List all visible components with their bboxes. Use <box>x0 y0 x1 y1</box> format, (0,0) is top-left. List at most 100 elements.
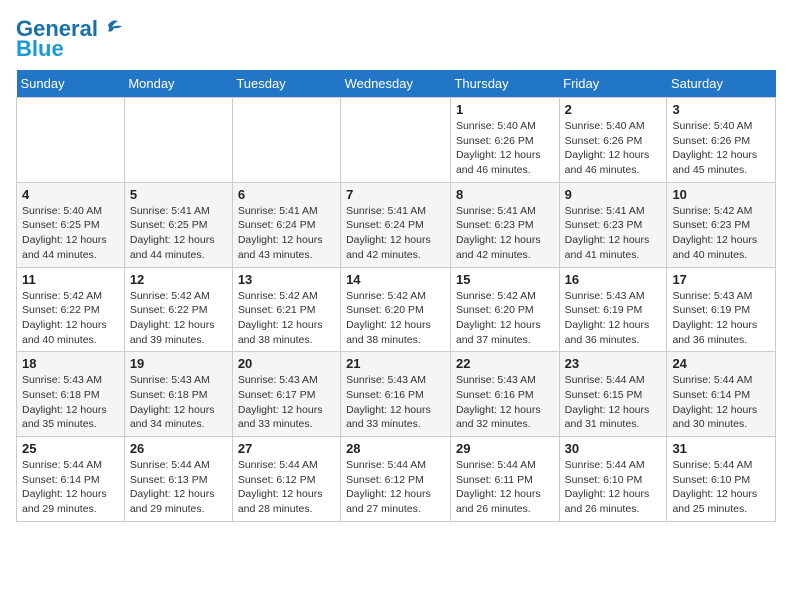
day-info: Sunrise: 5:44 AM Sunset: 6:15 PM Dayligh… <box>565 373 662 432</box>
day-header-saturday: Saturday <box>667 70 776 98</box>
calendar-cell: 15 Sunrise: 5:42 AM Sunset: 6:20 PM Dayli… <box>450 267 559 352</box>
day-info: Sunrise: 5:42 AM Sunset: 6:20 PM Dayligh… <box>346 289 445 348</box>
day-info: Sunrise: 5:41 AM Sunset: 6:23 PM Dayligh… <box>565 204 662 263</box>
calendar-cell: 6 Sunrise: 5:41 AM Sunset: 6:24 PM Daylig… <box>232 182 340 267</box>
day-number: 14 <box>346 272 445 287</box>
day-info: Sunrise: 5:42 AM Sunset: 6:21 PM Dayligh… <box>238 289 335 348</box>
day-number: 29 <box>456 441 554 456</box>
day-info: Sunrise: 5:43 AM Sunset: 6:19 PM Dayligh… <box>672 289 770 348</box>
calendar-cell: 17 Sunrise: 5:43 AM Sunset: 6:19 PM Dayli… <box>667 267 776 352</box>
day-info: Sunrise: 5:44 AM Sunset: 6:14 PM Dayligh… <box>22 458 119 517</box>
calendar-cell: 9 Sunrise: 5:41 AM Sunset: 6:23 PM Daylig… <box>559 182 667 267</box>
day-info: Sunrise: 5:44 AM Sunset: 6:14 PM Dayligh… <box>672 373 770 432</box>
day-info: Sunrise: 5:41 AM Sunset: 6:23 PM Dayligh… <box>456 204 554 263</box>
calendar-cell: 7 Sunrise: 5:41 AM Sunset: 6:24 PM Daylig… <box>341 182 451 267</box>
calendar-cell: 5 Sunrise: 5:41 AM Sunset: 6:25 PM Daylig… <box>124 182 232 267</box>
calendar-cell: 28 Sunrise: 5:44 AM Sunset: 6:12 PM Dayli… <box>341 437 451 522</box>
calendar-cell <box>341 98 451 183</box>
day-number: 24 <box>672 356 770 371</box>
calendar-cell: 3Sunrise: 5:40 AM Sunset: 6:26 PM Daylig… <box>667 98 776 183</box>
day-info: Sunrise: 5:41 AM Sunset: 6:24 PM Dayligh… <box>346 204 445 263</box>
day-number: 25 <box>22 441 119 456</box>
day-number: 12 <box>130 272 227 287</box>
calendar-cell: 21 Sunrise: 5:43 AM Sunset: 6:16 PM Dayli… <box>341 352 451 437</box>
day-number: 5 <box>130 187 227 202</box>
day-info: Sunrise: 5:44 AM Sunset: 6:12 PM Dayligh… <box>238 458 335 517</box>
calendar-cell: 11 Sunrise: 5:42 AM Sunset: 6:22 PM Dayli… <box>17 267 125 352</box>
day-info: Sunrise: 5:40 AM Sunset: 6:26 PM Dayligh… <box>672 119 770 178</box>
day-header-thursday: Thursday <box>450 70 559 98</box>
calendar-cell: 26Sunrise: 5:44 AM Sunset: 6:13 PM Dayli… <box>124 437 232 522</box>
day-info: Sunrise: 5:43 AM Sunset: 6:18 PM Dayligh… <box>130 373 227 432</box>
day-number: 31 <box>672 441 770 456</box>
calendar-cell <box>124 98 232 183</box>
week-row-3: 11 Sunrise: 5:42 AM Sunset: 6:22 PM Dayli… <box>17 267 776 352</box>
day-number: 7 <box>346 187 445 202</box>
calendar-cell: 30Sunrise: 5:44 AM Sunset: 6:10 PM Dayli… <box>559 437 667 522</box>
day-number: 23 <box>565 356 662 371</box>
day-header-tuesday: Tuesday <box>232 70 340 98</box>
week-row-1: 1 Sunrise: 5:40 AM Sunset: 6:26 PM Daylig… <box>17 98 776 183</box>
day-header-sunday: Sunday <box>17 70 125 98</box>
day-info: Sunrise: 5:44 AM Sunset: 6:12 PM Dayligh… <box>346 458 445 517</box>
calendar-cell: 12 Sunrise: 5:42 AM Sunset: 6:22 PM Dayli… <box>124 267 232 352</box>
day-info: Sunrise: 5:41 AM Sunset: 6:24 PM Dayligh… <box>238 204 335 263</box>
day-number: 21 <box>346 356 445 371</box>
day-number: 1 <box>456 102 554 117</box>
day-number: 30 <box>565 441 662 456</box>
day-number: 20 <box>238 356 335 371</box>
calendar-cell: 13 Sunrise: 5:42 AM Sunset: 6:21 PM Dayli… <box>232 267 340 352</box>
logo: General Blue <box>16 16 122 62</box>
day-number: 19 <box>130 356 227 371</box>
day-info: Sunrise: 5:44 AM Sunset: 6:10 PM Dayligh… <box>672 458 770 517</box>
calendar-cell: 23 Sunrise: 5:44 AM Sunset: 6:15 PM Dayli… <box>559 352 667 437</box>
calendar-cell: 16Sunrise: 5:43 AM Sunset: 6:19 PM Dayli… <box>559 267 667 352</box>
day-number: 4 <box>22 187 119 202</box>
day-number: 8 <box>456 187 554 202</box>
day-info: Sunrise: 5:41 AM Sunset: 6:25 PM Dayligh… <box>130 204 227 263</box>
day-info: Sunrise: 5:40 AM Sunset: 6:25 PM Dayligh… <box>22 204 119 263</box>
calendar-cell: 14 Sunrise: 5:42 AM Sunset: 6:20 PM Dayli… <box>341 267 451 352</box>
day-number: 26 <box>130 441 227 456</box>
day-info: Sunrise: 5:42 AM Sunset: 6:22 PM Dayligh… <box>22 289 119 348</box>
day-info: Sunrise: 5:42 AM Sunset: 6:22 PM Dayligh… <box>130 289 227 348</box>
day-info: Sunrise: 5:43 AM Sunset: 6:17 PM Dayligh… <box>238 373 335 432</box>
calendar-cell: 29 Sunrise: 5:44 AM Sunset: 6:11 PM Dayli… <box>450 437 559 522</box>
calendar-cell: 31 Sunrise: 5:44 AM Sunset: 6:10 PM Dayli… <box>667 437 776 522</box>
day-info: Sunrise: 5:43 AM Sunset: 6:19 PM Dayligh… <box>565 289 662 348</box>
day-number: 11 <box>22 272 119 287</box>
calendar-cell: 10Sunrise: 5:42 AM Sunset: 6:23 PM Dayli… <box>667 182 776 267</box>
day-number: 28 <box>346 441 445 456</box>
day-info: Sunrise: 5:42 AM Sunset: 6:23 PM Dayligh… <box>672 204 770 263</box>
calendar-cell: 20 Sunrise: 5:43 AM Sunset: 6:17 PM Dayli… <box>232 352 340 437</box>
day-number: 2 <box>565 102 662 117</box>
day-number: 18 <box>22 356 119 371</box>
day-info: Sunrise: 5:40 AM Sunset: 6:26 PM Dayligh… <box>456 119 554 178</box>
calendar-cell: 19 Sunrise: 5:43 AM Sunset: 6:18 PM Dayli… <box>124 352 232 437</box>
calendar-cell <box>232 98 340 183</box>
day-header-monday: Monday <box>124 70 232 98</box>
week-row-4: 18 Sunrise: 5:43 AM Sunset: 6:18 PM Dayli… <box>17 352 776 437</box>
week-row-5: 25 Sunrise: 5:44 AM Sunset: 6:14 PM Dayli… <box>17 437 776 522</box>
day-number: 17 <box>672 272 770 287</box>
bird-icon <box>100 17 122 35</box>
day-number: 9 <box>565 187 662 202</box>
day-header-wednesday: Wednesday <box>341 70 451 98</box>
day-info: Sunrise: 5:43 AM Sunset: 6:16 PM Dayligh… <box>346 373 445 432</box>
day-info: Sunrise: 5:43 AM Sunset: 6:18 PM Dayligh… <box>22 373 119 432</box>
calendar-cell: 8 Sunrise: 5:41 AM Sunset: 6:23 PM Daylig… <box>450 182 559 267</box>
day-header-friday: Friday <box>559 70 667 98</box>
calendar-cell: 27Sunrise: 5:44 AM Sunset: 6:12 PM Dayli… <box>232 437 340 522</box>
week-row-2: 4 Sunrise: 5:40 AM Sunset: 6:25 PM Daylig… <box>17 182 776 267</box>
day-info: Sunrise: 5:43 AM Sunset: 6:16 PM Dayligh… <box>456 373 554 432</box>
calendar-cell: 22Sunrise: 5:43 AM Sunset: 6:16 PM Dayli… <box>450 352 559 437</box>
day-info: Sunrise: 5:40 AM Sunset: 6:26 PM Dayligh… <box>565 119 662 178</box>
day-number: 13 <box>238 272 335 287</box>
day-number: 6 <box>238 187 335 202</box>
day-number: 15 <box>456 272 554 287</box>
calendar-cell: 24 Sunrise: 5:44 AM Sunset: 6:14 PM Dayli… <box>667 352 776 437</box>
calendar-cell: 18 Sunrise: 5:43 AM Sunset: 6:18 PM Dayli… <box>17 352 125 437</box>
calendar-cell: 25 Sunrise: 5:44 AM Sunset: 6:14 PM Dayli… <box>17 437 125 522</box>
day-info: Sunrise: 5:42 AM Sunset: 6:20 PM Dayligh… <box>456 289 554 348</box>
day-info: Sunrise: 5:44 AM Sunset: 6:11 PM Dayligh… <box>456 458 554 517</box>
